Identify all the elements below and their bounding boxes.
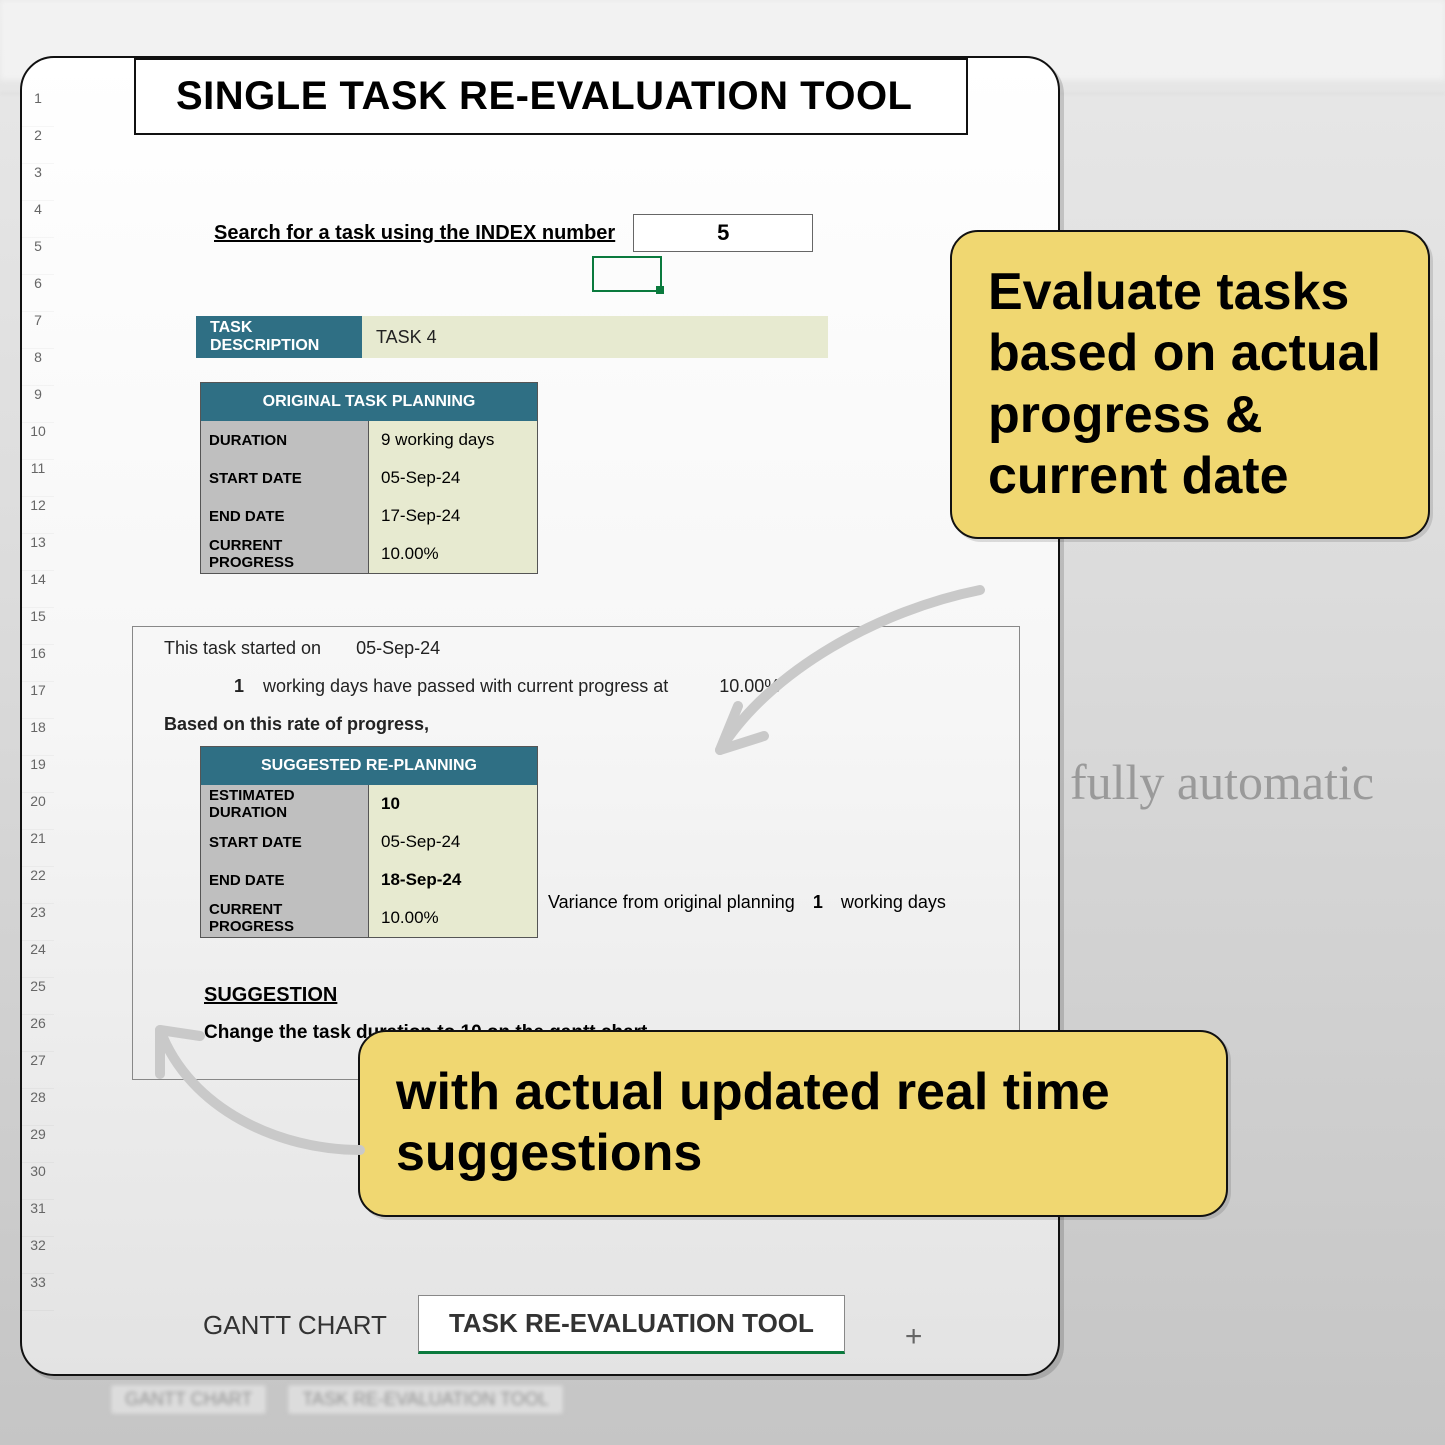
table-row: ESTIMATED DURATION10 (201, 785, 537, 823)
ghost-sheet-tabs: GANTT CHARTTASK RE-EVALUATION TOOL (110, 1384, 564, 1415)
search-label: Search for a task using the INDEX number (214, 222, 615, 245)
original-planning-title: ORIGINAL TASK PLANNING (201, 383, 537, 421)
sheet-tabs: GANTT CHART TASK RE-EVALUATION TOOL + (172, 1294, 1018, 1354)
row-numbers: 1234567891011121314151617181920212223242… (22, 90, 54, 1311)
variance-value: 1 (813, 892, 823, 913)
analysis-progress-pct: 10.00% (719, 676, 780, 696)
tab-gantt-chart[interactable]: GANTT CHART (172, 1297, 418, 1354)
fill-handle-icon[interactable] (656, 286, 664, 294)
side-text-automatic: fully automatic (1070, 752, 1374, 812)
table-value: 10 (369, 785, 537, 823)
variance-row: Variance from original planning 1 workin… (548, 892, 946, 913)
variance-unit: working days (841, 892, 946, 913)
table-label: CURRENT PROGRESS (201, 535, 369, 573)
analysis-days-elapsed: 1 (234, 676, 244, 696)
replanning-table: SUGGESTED RE-PLANNING ESTIMATED DURATION… (200, 746, 538, 938)
callout-evaluate: Evaluate tasks based on actual progress … (950, 230, 1430, 539)
task-description-value: TASK 4 (362, 316, 828, 358)
task-description-header: TASK DESCRIPTION (196, 316, 362, 358)
original-planning-table: ORIGINAL TASK PLANNING DURATION9 working… (200, 382, 538, 574)
table-label: ESTIMATED DURATION (201, 785, 369, 823)
active-cell-indicator[interactable] (592, 256, 662, 292)
table-label: DURATION (201, 421, 369, 459)
replanning-title: SUGGESTED RE-PLANNING (201, 747, 537, 785)
search-row: Search for a task using the INDEX number… (214, 213, 978, 253)
tab-task-reeval[interactable]: TASK RE-EVALUATION TOOL (418, 1295, 845, 1354)
table-row: START DATE05-Sep-24 (201, 823, 537, 861)
search-index-input[interactable]: 5 (633, 214, 813, 252)
table-row: CURRENT PROGRESS10.00% (201, 535, 537, 573)
table-label: CURRENT PROGRESS (201, 899, 369, 937)
table-value: 18-Sep-24 (369, 861, 537, 899)
analysis-rate-line: Based on this rate of progress, (164, 714, 429, 735)
table-row: DURATION9 working days (201, 421, 537, 459)
table-label: START DATE (201, 459, 369, 497)
analysis-start-date: 05-Sep-24 (356, 638, 440, 658)
table-value: 10.00% (369, 899, 537, 937)
variance-label: Variance from original planning (548, 892, 795, 913)
analysis-start-line: This task started on 05-Sep-24 (164, 638, 440, 659)
table-value: 05-Sep-24 (369, 823, 537, 861)
table-row: START DATE05-Sep-24 (201, 459, 537, 497)
table-value: 9 working days (369, 421, 537, 459)
page-title: SINGLE TASK RE-EVALUATION TOOL (134, 58, 968, 135)
table-label: START DATE (201, 823, 369, 861)
task-description-row: TASK DESCRIPTION TASK 4 (196, 316, 828, 358)
table-value: 10.00% (369, 535, 537, 573)
table-label: END DATE (201, 497, 369, 535)
callout-suggestions: with actual updated real time suggestion… (358, 1030, 1228, 1217)
table-label: END DATE (201, 861, 369, 899)
table-value: 17-Sep-24 (369, 497, 537, 535)
table-row: END DATE17-Sep-24 (201, 497, 537, 535)
table-row: CURRENT PROGRESS10.00% (201, 899, 537, 937)
analysis-start-text: This task started on (164, 638, 321, 658)
suggestion-heading: SUGGESTION (204, 984, 337, 1007)
add-sheet-button[interactable]: + (905, 1320, 923, 1354)
table-row: END DATE18-Sep-24 (201, 861, 537, 899)
table-value: 05-Sep-24 (369, 459, 537, 497)
analysis-days-text: working days have passed with current pr… (263, 676, 668, 696)
analysis-progress-line: 1 working days have passed with current … (234, 676, 780, 697)
